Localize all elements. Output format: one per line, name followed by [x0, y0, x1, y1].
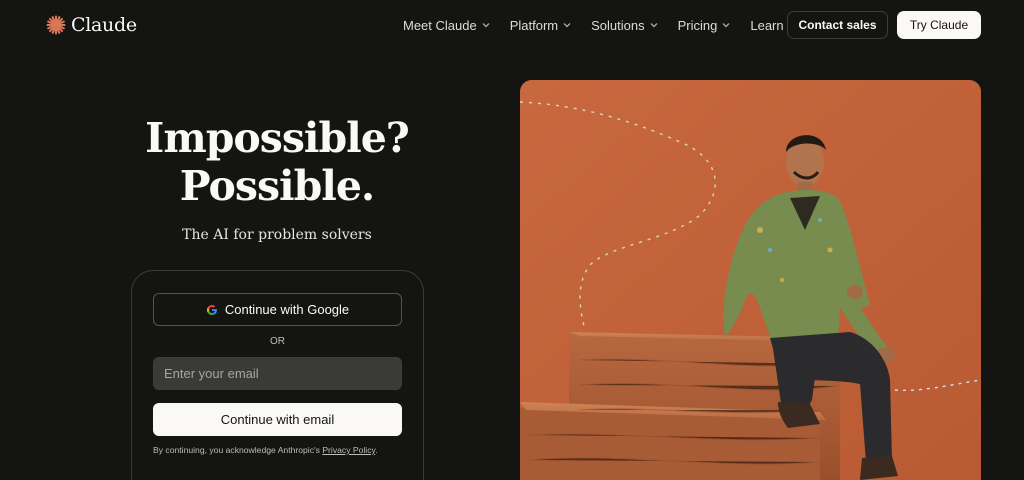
menu-pricing[interactable]: Pricing	[678, 15, 732, 35]
claude-sunburst-icon	[46, 15, 66, 35]
menu-meet-claude[interactable]: Meet Claude	[403, 15, 491, 35]
email-field[interactable]	[153, 357, 402, 390]
main-menu: Meet Claude Platform Solutions Pricing L…	[403, 15, 817, 35]
legal-text: By continuing, you acknowledge Anthropic…	[153, 445, 323, 455]
try-claude-button[interactable]: Try Claude	[897, 11, 981, 39]
hero-title-line-2: Possible.	[179, 162, 375, 210]
google-button-label: Continue with Google	[224, 302, 350, 317]
hero-title: Impossible? Possible.	[131, 114, 423, 210]
google-icon	[206, 304, 217, 315]
privacy-policy-link[interactable]: Privacy Policy	[322, 445, 375, 455]
hero-subtitle: The AI for problem solvers	[182, 227, 372, 243]
hero-title-line-1: Impossible?	[145, 114, 410, 162]
chevron-down-icon	[649, 20, 659, 30]
menu-solutions[interactable]: Solutions	[591, 15, 658, 35]
top-navigation: Claude Meet Claude Platform Solutions Pr…	[0, 0, 1024, 50]
chevron-down-icon	[481, 20, 491, 30]
hero-photo	[520, 80, 981, 480]
menu-label: Meet Claude	[403, 17, 477, 33]
legal-notice: By continuing, you acknowledge Anthropic…	[153, 445, 413, 455]
claude-logo[interactable]: Claude	[46, 11, 137, 39]
continue-with-google-button[interactable]: Continue with Google	[153, 293, 402, 326]
contact-sales-button[interactable]: Contact sales	[787, 11, 888, 39]
continue-with-email-button[interactable]: Continue with email	[153, 403, 402, 436]
menu-label: Pricing	[677, 17, 718, 33]
chevron-down-icon	[562, 20, 572, 30]
brand-name: Claude	[71, 14, 137, 36]
chevron-down-icon	[721, 20, 731, 30]
menu-label: Platform	[509, 17, 559, 33]
menu-label: Learn	[750, 17, 784, 33]
legal-suffix: .	[375, 445, 378, 455]
or-divider: OR	[270, 336, 285, 347]
signup-card: Continue with Google OR Continue with em…	[131, 270, 424, 480]
menu-label: Solutions	[591, 17, 645, 33]
menu-platform[interactable]: Platform	[510, 15, 572, 35]
hero-illustration	[520, 80, 981, 480]
